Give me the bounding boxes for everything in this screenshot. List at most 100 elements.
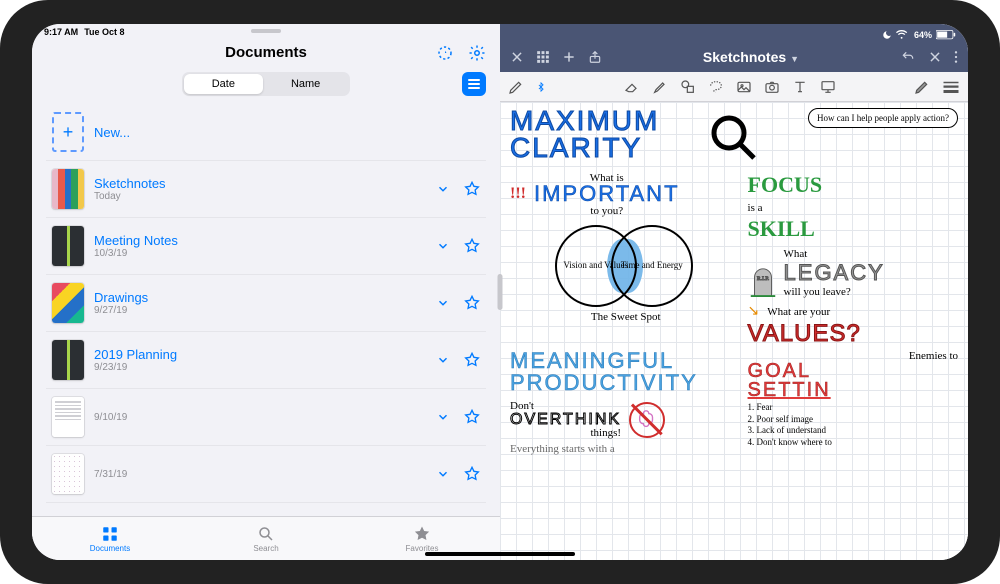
focus-block: FOCUS is a SKILL: [748, 172, 958, 242]
svg-text:R.I.P.: R.I.P.: [756, 276, 769, 282]
thumbnail: [52, 226, 84, 266]
star-icon[interactable]: [464, 466, 480, 482]
item-actions: [436, 295, 480, 311]
list-item[interactable]: 7/31/19: [46, 446, 486, 503]
more-icon[interactable]: [954, 50, 958, 64]
share-icon[interactable]: [588, 50, 602, 64]
bezel: 9:17 AM Tue Oct 8 Documents Date Name: [32, 24, 968, 560]
list-item[interactable]: 9/10/19: [46, 389, 486, 446]
item-title: Meeting Notes: [94, 233, 426, 248]
item-subtitle: 9/23/19: [94, 362, 426, 373]
tab-search[interactable]: Search: [188, 517, 344, 560]
pen-tool-icon[interactable]: [508, 79, 524, 95]
grid-small-icon[interactable]: [536, 50, 550, 64]
sort-date[interactable]: Date: [184, 74, 263, 94]
shapes-icon[interactable]: [680, 79, 696, 95]
list-item[interactable]: SketchnotesToday: [46, 161, 486, 218]
pen-color-icon[interactable]: [914, 79, 930, 95]
drawing-toolbar: [500, 72, 968, 102]
magnifier-icon: [704, 108, 764, 168]
item-title: 2019 Planning: [94, 347, 426, 362]
item-subtitle: 7/31/19: [94, 469, 426, 480]
documents-app: 9:17 AM Tue Oct 8 Documents Date Name: [32, 24, 500, 560]
thumbnail: [52, 283, 84, 323]
item-subtitle: 9/10/19: [94, 412, 426, 423]
star-icon[interactable]: [464, 295, 480, 311]
eraser-icon[interactable]: [624, 79, 640, 95]
camera-icon[interactable]: [764, 79, 780, 95]
list-item[interactable]: Meeting Notes10/3/19: [46, 218, 486, 275]
text-icon[interactable]: [792, 79, 808, 95]
status-bar-left: 9:17 AM Tue Oct 8: [32, 24, 137, 42]
close-small-icon[interactable]: [928, 50, 942, 64]
bluetooth-icon[interactable]: [536, 82, 546, 92]
page-title: Documents: [225, 44, 307, 61]
search-icon: [257, 525, 275, 543]
presentation-icon[interactable]: [820, 79, 836, 95]
enemies-list: 1. Fear 2. Poor self image 3. Lack of un…: [748, 402, 958, 449]
dnd-icon: [882, 30, 892, 40]
multitasking-grabber[interactable]: [251, 29, 281, 33]
sync-icon[interactable]: [436, 44, 454, 62]
tab-documents[interactable]: Documents: [32, 517, 188, 560]
thumbnail: [52, 454, 84, 494]
tab-label: Documents: [90, 544, 130, 553]
star-icon[interactable]: [464, 352, 480, 368]
meaningful-productivity: MEANINGFUL PRODUCTIVITY: [510, 350, 742, 394]
sort-segmented: Date Name: [182, 72, 351, 96]
thumbnail: [52, 397, 84, 437]
wifi-icon: [896, 30, 910, 40]
heading-maximum-clarity: MAXIMUM CLARITY: [510, 108, 659, 161]
star-icon[interactable]: [464, 409, 480, 425]
battery-text: 64%: [914, 30, 932, 40]
home-indicator[interactable]: [425, 552, 575, 556]
plus-icon[interactable]: [562, 50, 576, 64]
item-actions: [436, 181, 480, 197]
star-icon[interactable]: [464, 181, 480, 197]
chevron-down-icon[interactable]: [436, 239, 450, 253]
chevron-down-icon[interactable]: [436, 467, 450, 481]
legacy-block: What LEGACY will you leave?: [784, 248, 885, 298]
chevron-down-icon[interactable]: [436, 296, 450, 310]
list-item[interactable]: Drawings9/27/19: [46, 275, 486, 332]
gear-icon[interactable]: [468, 44, 486, 62]
sort-name[interactable]: Name: [263, 74, 348, 94]
item-actions: [436, 466, 480, 482]
stroke-width-icon[interactable]: [942, 80, 960, 94]
tombstone-icon: R.I.P.: [748, 266, 778, 298]
highlighter-icon[interactable]: [652, 79, 668, 95]
item-title: Sketchnotes: [94, 176, 426, 191]
document-list[interactable]: + New... SketchnotesToday: [32, 104, 500, 516]
chevron-down-icon[interactable]: [436, 353, 450, 367]
battery-icon: [936, 30, 956, 40]
venn-diagram: Vision and Values Time and Energy: [551, 221, 701, 311]
item-subtitle: 10/3/19: [94, 248, 426, 259]
undo-icon[interactable]: [900, 50, 916, 64]
status-time: 9:17 AM: [44, 27, 78, 42]
view-list-button[interactable]: [462, 72, 486, 96]
star-filled-icon: [413, 525, 431, 543]
close-icon[interactable]: [510, 50, 524, 64]
values-block: ↘ What are your VALUES?: [748, 302, 958, 348]
new-label: New...: [94, 125, 480, 140]
split-divider[interactable]: [498, 274, 503, 310]
status-date: Tue Oct 8: [84, 27, 124, 42]
grid-icon: [101, 525, 119, 543]
new-document-row[interactable]: + New...: [46, 104, 486, 161]
item-actions: [436, 352, 480, 368]
overthink-block: Don't OVERTHINK things!: [510, 400, 742, 439]
nav-actions: [436, 44, 486, 62]
no-brain-icon: [629, 402, 665, 438]
note-canvas[interactable]: MAXIMUM CLARITY How can I help people ap…: [500, 102, 968, 560]
image-icon[interactable]: [736, 79, 752, 95]
note-title[interactable]: Sketchnotes▼: [610, 49, 892, 65]
chevron-down-icon[interactable]: [436, 182, 450, 196]
lasso-icon[interactable]: [708, 79, 724, 95]
chevron-down-icon[interactable]: [436, 410, 450, 424]
thumbnail: [52, 340, 84, 380]
item-actions: [436, 238, 480, 254]
ipad-frame: 9:17 AM Tue Oct 8 Documents Date Name: [0, 0, 1000, 584]
star-icon[interactable]: [464, 238, 480, 254]
goal-setting: GOAL SETTIN: [748, 362, 958, 400]
list-item[interactable]: 2019 Planning9/23/19: [46, 332, 486, 389]
